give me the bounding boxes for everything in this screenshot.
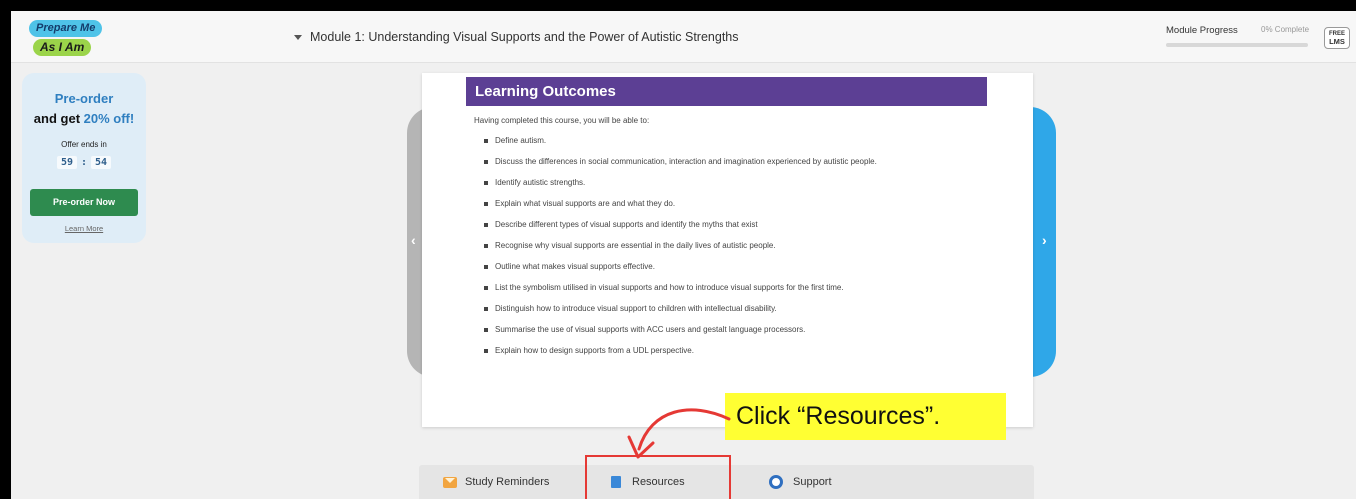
badge-bottom-text: LMS — [1329, 37, 1345, 46]
promo-discount: and get 20% off! — [22, 111, 146, 126]
tab-label: Study Reminders — [465, 476, 550, 488]
countdown-seconds: 54 — [91, 156, 112, 169]
lms-badge[interactable]: FREE LMS — [1324, 27, 1350, 49]
countdown-timer: 59 : 54 — [22, 156, 146, 169]
resources-highlight-box — [585, 455, 731, 499]
tab-support[interactable]: Support — [769, 465, 832, 499]
offer-ends-label: Offer ends in — [61, 140, 107, 149]
list-item: Explain how to design supports from a UD… — [484, 346, 877, 367]
learning-outcomes-banner: Learning Outcomes — [466, 77, 987, 106]
brand-logo[interactable]: Prepare Me As I Am — [29, 20, 119, 58]
instruction-callout: Click “Resources”. — [725, 393, 1006, 440]
learn-more-link[interactable]: Learn More — [22, 224, 146, 233]
outcomes-list: Define autism. Discuss the differences i… — [484, 136, 877, 367]
list-item: Discuss the differences in social commun… — [484, 157, 877, 178]
countdown-minutes: 59 — [56, 156, 77, 169]
list-item: Distinguish how to introduce visual supp… — [484, 304, 877, 325]
list-item: Outline what makes visual supports effec… — [484, 262, 877, 283]
tab-label: Support — [793, 476, 832, 488]
app-frame: Prepare Me As I Am Module 1: Understandi… — [11, 11, 1356, 499]
outcomes-intro: Having completed this course, you will b… — [474, 116, 650, 125]
countdown-separator: : — [80, 157, 88, 168]
list-item: Recognise why visual supports are essent… — [484, 241, 877, 262]
module-title: Module 1: Understanding Visual Supports … — [310, 30, 739, 44]
preorder-now-button[interactable]: Pre-order Now — [30, 189, 138, 216]
envelope-icon — [443, 476, 457, 488]
progress-label: Module Progress — [1166, 25, 1238, 36]
promo-discount-value: 20% off! — [83, 111, 135, 126]
progress-percent: 0% Complete — [1261, 25, 1310, 34]
promo-headline: Pre-order — [54, 91, 114, 106]
logo-bottom-text: As I Am — [33, 39, 92, 56]
top-header: Prepare Me As I Am Module 1: Understandi… — [11, 11, 1356, 63]
chevron-right-icon: › — [1042, 232, 1047, 248]
chevron-left-icon: ‹ — [411, 232, 416, 248]
preorder-promo: Pre-order and get 20% off! Offer ends in… — [22, 73, 146, 243]
lifebuoy-icon — [769, 475, 783, 489]
list-item: Define autism. — [484, 136, 877, 157]
caret-down-icon — [294, 34, 302, 40]
list-item: Identify autistic strengths. — [484, 178, 877, 199]
promo-discount-prefix: and get — [33, 111, 84, 126]
lesson-slide: Learning Outcomes Having completed this … — [422, 73, 1033, 427]
progress-bar — [1166, 43, 1308, 47]
module-selector[interactable]: Module 1: Understanding Visual Supports … — [294, 30, 739, 44]
next-slide-button[interactable]: › — [1030, 107, 1056, 377]
logo-top-text: Prepare Me — [29, 20, 103, 37]
list-item: Explain what visual supports are and wha… — [484, 199, 877, 220]
list-item: List the symbolism utilised in visual su… — [484, 283, 877, 304]
list-item: Summarise the use of visual supports wit… — [484, 325, 877, 346]
tab-study-reminders[interactable]: Study Reminders — [443, 465, 549, 499]
list-item: Describe different types of visual suppo… — [484, 220, 877, 241]
